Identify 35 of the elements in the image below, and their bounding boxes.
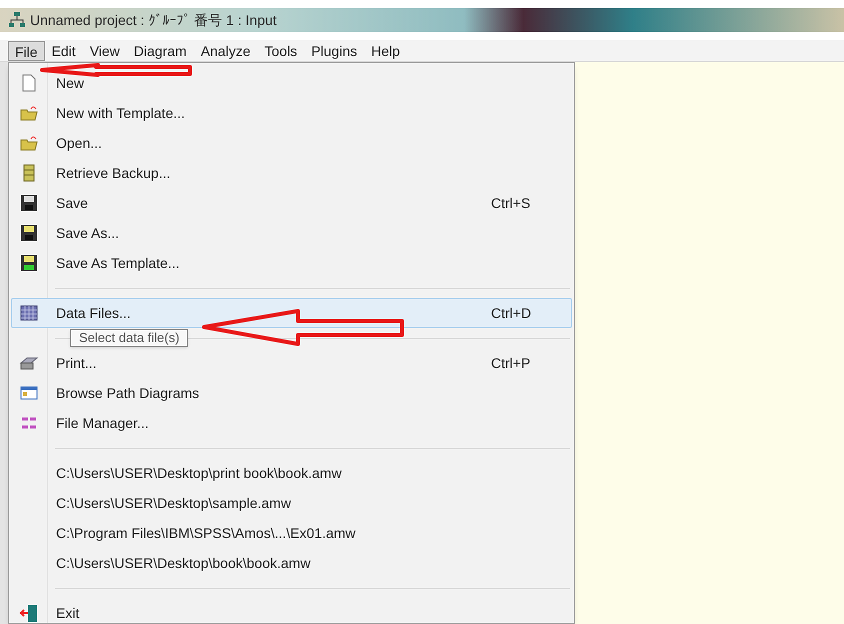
menu-item[interactable]: File Manager... bbox=[11, 408, 572, 438]
exit-door-icon bbox=[19, 604, 39, 622]
recent-file-item[interactable]: C:\Users\USER\Desktop\sample.amw bbox=[11, 488, 572, 518]
printer-icon bbox=[19, 355, 39, 371]
menu-item[interactable]: New with Template... bbox=[11, 98, 572, 128]
menu-item[interactable]: Exit bbox=[11, 598, 572, 623]
menu-item[interactable]: Save As... bbox=[11, 218, 572, 248]
folder-icon bbox=[20, 135, 38, 151]
menu-item[interactable]: Print... Ctrl+P bbox=[11, 348, 572, 378]
menu-item[interactable]: Help bbox=[364, 40, 407, 60]
recent-file-item[interactable]: C:\Users\USER\Desktop\print book\book.amw bbox=[11, 458, 572, 488]
menu-item[interactable]: Analyze bbox=[194, 40, 258, 60]
tooltip: Select data file(s) bbox=[70, 329, 188, 347]
menu-item[interactable]: Diagram bbox=[126, 40, 194, 60]
menu-item[interactable]: Open... bbox=[11, 128, 572, 158]
cabinet-icon bbox=[22, 164, 36, 182]
grid-icon bbox=[20, 305, 38, 321]
menu-item[interactable]: File bbox=[8, 40, 45, 60]
menu-item[interactable]: Data Files... Ctrl+D bbox=[11, 298, 572, 328]
recent-file-item[interactable]: C:\Users\USER\Desktop\book\book.amw bbox=[11, 548, 572, 578]
menu-item[interactable]: Edit bbox=[44, 40, 83, 60]
window-title: Unnamed project : ｸﾞﾙｰﾌﾟ 番号 1 : Input bbox=[30, 10, 277, 30]
folder-icon bbox=[20, 105, 38, 121]
menu-item[interactable]: Retrieve Backup... bbox=[11, 158, 572, 188]
menu-item[interactable]: Tools bbox=[258, 40, 304, 60]
document-icon bbox=[21, 74, 37, 92]
menu-item[interactable]: Save Ctrl+S bbox=[11, 188, 572, 218]
menu-item[interactable]: Save As Template... bbox=[11, 248, 572, 278]
window-icon bbox=[20, 386, 38, 400]
network-icon bbox=[8, 11, 26, 29]
menu-item[interactable]: Plugins bbox=[304, 40, 364, 60]
menu-item[interactable]: Browse Path Diagrams bbox=[11, 378, 572, 408]
menu-item[interactable]: New bbox=[11, 68, 572, 98]
recent-file-item[interactable]: C:\Program Files\IBM\SPSS\Amos\...\Ex01.amw bbox=[11, 518, 572, 548]
menu-item[interactable]: View bbox=[82, 40, 127, 60]
